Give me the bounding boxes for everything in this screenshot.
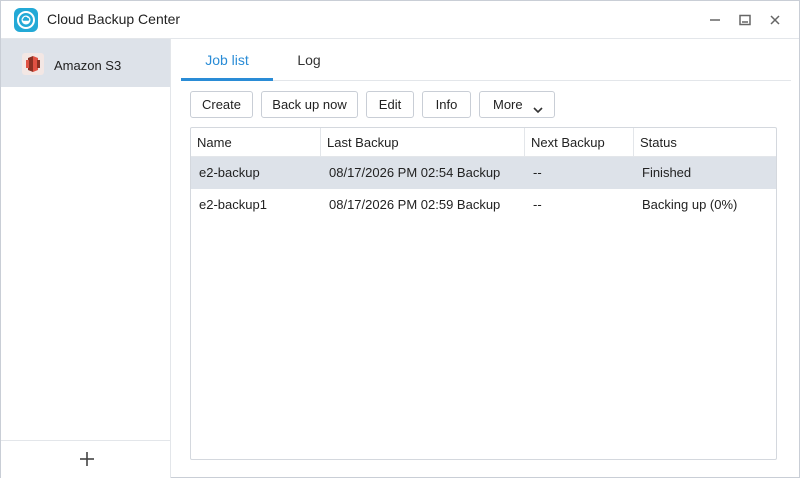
sidebar-item-amazon-s3[interactable]: Amazon S3 (1, 39, 170, 87)
cell-last-backup: 08/17/2026 PM 02:54 Backup (329, 165, 501, 180)
tab-job-list[interactable]: Job list (181, 39, 273, 81)
info-button[interactable]: Info (422, 91, 471, 118)
column-header-name[interactable]: Name (191, 128, 321, 157)
sidebar-item-label: Amazon S3 (54, 58, 122, 73)
table-header: Name Last Backup Next Backup Status (191, 128, 776, 157)
plus-icon[interactable] (75, 445, 99, 473)
column-header-last-backup[interactable]: Last Backup (321, 128, 525, 157)
maximize-icon[interactable] (735, 10, 755, 30)
chevron-down-icon (532, 99, 544, 114)
cell-status: Finished (642, 165, 692, 180)
back-up-now-button[interactable]: Back up now (261, 91, 358, 118)
cell-status: Backing up (0%) (642, 197, 738, 212)
edit-button[interactable]: Edit (366, 91, 414, 118)
window-title: Cloud Backup Center (47, 11, 181, 27)
close-icon[interactable] (765, 10, 785, 30)
tab-log[interactable]: Log (281, 39, 337, 81)
create-button[interactable]: Create (190, 91, 253, 118)
job-table: Name Last Backup Next Backup Status e2-b… (190, 127, 777, 460)
table-row[interactable]: e2-backup 08/17/2026 PM 02:54 Backup -- … (191, 157, 776, 189)
cell-next-backup: -- (533, 197, 542, 212)
cell-last-backup: 08/17/2026 PM 02:59 Backup (329, 197, 501, 212)
table-row[interactable]: e2-backup1 08/17/2026 PM 02:59 Backup --… (191, 189, 776, 221)
sidebar: Amazon S3 (1, 39, 171, 478)
cloud-backup-app-icon (14, 8, 38, 32)
tab-bar: Job list Log (181, 39, 791, 81)
minimize-icon[interactable] (705, 10, 725, 30)
more-button-label: More (493, 97, 523, 112)
cell-name: e2-backup1 (199, 197, 267, 212)
cell-name: e2-backup (199, 165, 260, 180)
column-header-status[interactable]: Status (634, 128, 776, 157)
column-header-next-backup[interactable]: Next Backup (525, 128, 634, 157)
cloud-backup-center-window: Cloud Backup Center Amazon S3 Job list L… (0, 0, 800, 478)
amazon-s3-icon (22, 53, 44, 75)
sidebar-footer (1, 440, 170, 478)
cell-next-backup: -- (533, 165, 542, 180)
title-bar: Cloud Backup Center (1, 1, 799, 39)
more-button[interactable]: More (479, 91, 555, 118)
